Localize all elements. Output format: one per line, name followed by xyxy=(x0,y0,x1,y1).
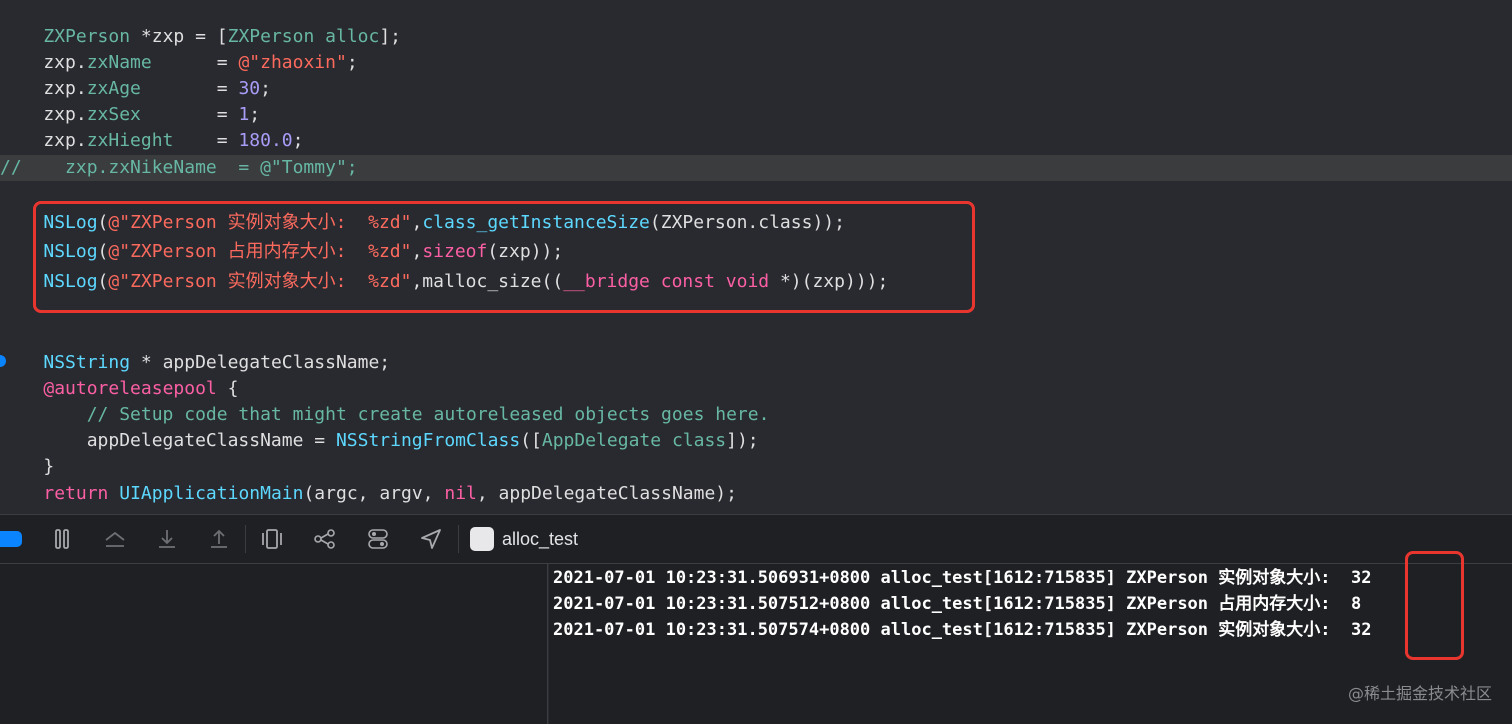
console-log-line: 2021-07-01 10:23:31.507512+0800 alloc_te… xyxy=(553,594,1362,614)
code-token: * appDelegateClassName; xyxy=(130,352,391,373)
code-line[interactable]: // Setup code that might create autorele… xyxy=(0,402,1512,428)
code-token: = xyxy=(140,104,239,125)
code-token: = xyxy=(151,52,239,73)
code-line[interactable] xyxy=(0,323,1512,349)
code-line[interactable]: // zxp.zxNikeName = @"Tommy"; xyxy=(0,155,1512,181)
step-into-icon[interactable] xyxy=(155,527,179,551)
code-token: NSString xyxy=(43,352,131,373)
code-token: zxHieght xyxy=(86,130,174,151)
code-token: // zxp.zxNikeName = @"Tommy"; xyxy=(0,157,358,178)
location-icon[interactable] xyxy=(419,527,443,551)
memory-graph-icon[interactable] xyxy=(313,527,337,551)
code-token: zxAge xyxy=(86,78,141,99)
code-token: ZXPerson xyxy=(43,26,131,47)
code-token: zxp. xyxy=(0,78,87,99)
code-line[interactable]: appDelegateClassName = NSStringFromClass… xyxy=(0,428,1512,454)
code-token: 180.0 xyxy=(238,130,293,151)
code-token: 1 xyxy=(238,104,250,125)
step-over-icon[interactable] xyxy=(103,527,127,551)
code-token: UIApplicationMain xyxy=(119,483,304,504)
code-line[interactable]: zxp.zxSex = 1; xyxy=(0,102,1512,128)
code-token: zxp. xyxy=(0,104,87,125)
code-token: ; xyxy=(292,130,304,151)
code-token: 30 xyxy=(238,78,261,99)
code-token: zxSex xyxy=(86,104,141,125)
console-log-line: 2021-07-01 10:23:31.507574+0800 alloc_te… xyxy=(553,620,1372,640)
code-token: @"zhaoxin" xyxy=(238,52,347,73)
highlight-box-console xyxy=(1405,551,1464,660)
code-token: appDelegateClassName = xyxy=(0,430,336,451)
app-target-icon xyxy=(470,527,494,551)
code-token: zxp. xyxy=(0,130,87,151)
code-token: ; xyxy=(260,78,271,99)
code-line[interactable]: zxp.zxHieght = 180.0; xyxy=(0,128,1512,154)
debug-area-toggle[interactable] xyxy=(0,531,22,547)
code-token: ]; xyxy=(379,26,402,47)
code-token: nil xyxy=(444,483,477,504)
code-token: return xyxy=(43,483,109,504)
console-log-line: 2021-07-01 10:23:31.506931+0800 alloc_te… xyxy=(553,568,1372,588)
code-token: zxName xyxy=(86,52,152,73)
code-line[interactable]: ZXPerson *zxp = [ZXPerson alloc]; xyxy=(0,24,1512,50)
pause-icon[interactable] xyxy=(50,527,74,551)
code-token: NSStringFromClass xyxy=(335,430,521,451)
view-hierarchy-icon[interactable] xyxy=(260,527,284,551)
code-token: class xyxy=(671,430,727,451)
code-editor[interactable]: return UIApplicationMain(argc, argv, nil… xyxy=(0,0,1512,514)
code-line[interactable]: @autoreleasepool { xyxy=(0,376,1512,402)
code-token: ZXPerson xyxy=(227,26,315,47)
code-token: ; xyxy=(249,104,261,125)
toolbar-separator xyxy=(245,525,246,553)
code-token: = xyxy=(173,130,239,151)
code-token: *zxp = [ xyxy=(130,26,228,47)
code-token: zxp. xyxy=(0,52,87,73)
code-line[interactable]: zxp.zxName = @"zhaoxin"; xyxy=(0,50,1512,76)
code-line[interactable]: } xyxy=(0,454,1512,480)
code-token: , appDelegateClassName); xyxy=(476,483,737,504)
code-token: alloc xyxy=(325,26,380,47)
code-token: ; xyxy=(346,52,358,73)
code-line[interactable]: return UIApplicationMain(argc, argv, nil… xyxy=(0,481,1512,507)
code-line[interactable]: zxp.zxAge = 30; xyxy=(0,76,1512,102)
environment-overrides-icon[interactable] xyxy=(366,527,390,551)
watermark: @稀土掘金技术社区 xyxy=(1347,684,1492,703)
code-token: (argc, argv, xyxy=(303,483,445,504)
step-out-icon[interactable] xyxy=(207,527,231,551)
code-token: AppDelegate xyxy=(541,430,662,451)
highlight-box-code xyxy=(33,201,975,313)
code-token: ]); xyxy=(726,430,759,451)
code-line[interactable]: NSString * appDelegateClassName; xyxy=(0,350,1512,376)
console-output[interactable]: 2021-07-01 10:23:31.506931+0800 alloc_te… xyxy=(549,551,1512,724)
code-token: { xyxy=(216,378,239,399)
code-token: // Setup code that might create autorele… xyxy=(0,404,770,425)
variables-view[interactable] xyxy=(0,564,548,724)
code-token: ([ xyxy=(520,430,542,451)
code-token: = xyxy=(140,78,239,99)
code-token: } xyxy=(0,456,55,477)
debug-toolbar: alloc_test xyxy=(0,514,1512,564)
target-name[interactable]: alloc_test xyxy=(502,528,578,550)
toolbar-separator xyxy=(458,525,459,553)
code-token: @autoreleasepool xyxy=(43,378,217,399)
